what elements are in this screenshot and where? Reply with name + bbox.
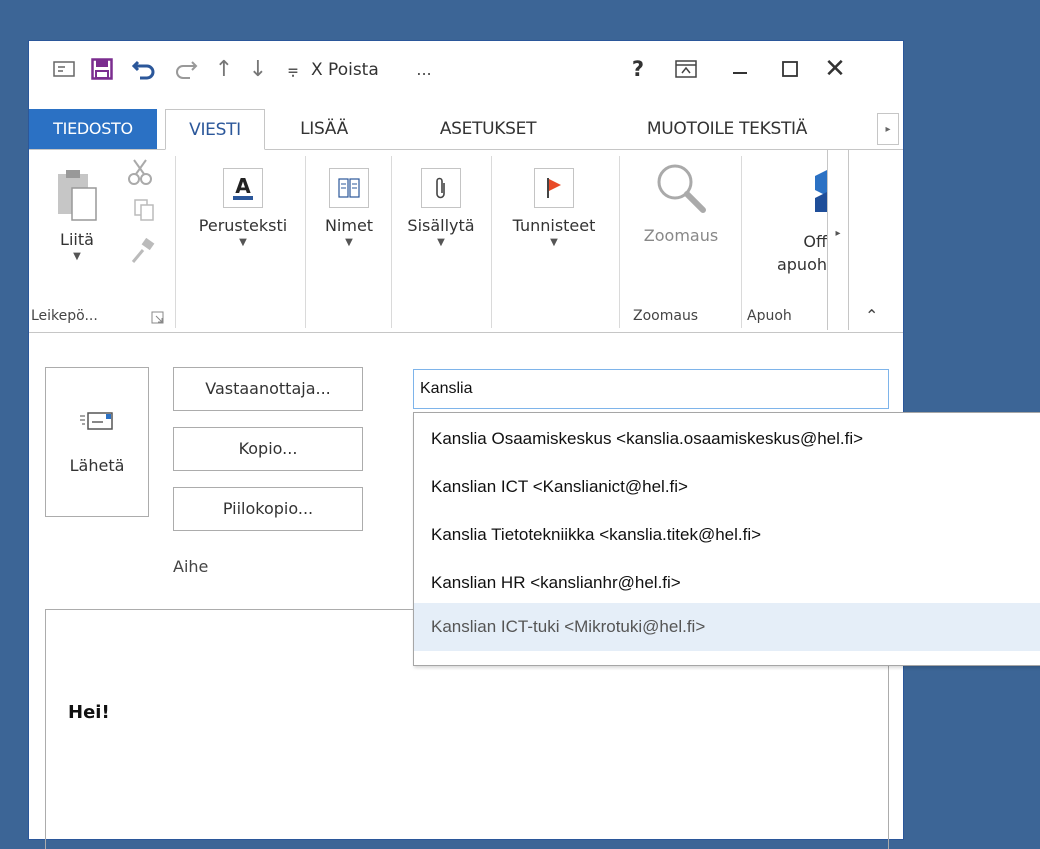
group-separator — [305, 156, 306, 328]
zoom-button[interactable]: Zoomaus — [623, 160, 739, 245]
tab-file[interactable]: TIEDOSTO — [29, 109, 157, 149]
svg-text:A: A — [235, 175, 251, 198]
minimize-icon[interactable] — [723, 55, 757, 83]
autocomplete-item[interactable]: Kanslian HR <kanslianhr@hel.fi> — [414, 559, 1040, 607]
group-separator — [491, 156, 492, 328]
send-label: Lähetä — [69, 455, 125, 475]
customize-toolbar-icon[interactable]: ⩦ — [283, 55, 303, 83]
autocomplete-item[interactable]: Kanslian ICT <Kanslianict@hel.fi> — [414, 463, 1040, 511]
paste-button[interactable]: Liitä ▼ — [47, 166, 107, 262]
format-painter-icon[interactable] — [129, 238, 157, 264]
cc-button[interactable]: Kopio... — [173, 427, 363, 471]
subject-label: Aihe — [173, 557, 209, 576]
ribbon-tabs: TIEDOSTO VIESTI LISÄÄ ASETUKSET MUOTOILE… — [29, 109, 903, 150]
more-commands-button[interactable]: ... — [409, 55, 439, 83]
chevron-down-icon: ▼ — [345, 237, 353, 248]
tab-message[interactable]: VIESTI — [165, 109, 265, 150]
ribbon-display-options-icon[interactable] — [669, 55, 703, 83]
office-addins-label: Off — [803, 232, 827, 251]
message-window-icon[interactable] — [49, 55, 79, 83]
clipboard-group-label: Leikepö... — [31, 308, 98, 324]
names-label: Nimet — [324, 216, 374, 235]
chevron-down-icon: ▼ — [437, 237, 445, 248]
ribbon: Liitä ▼ Leikepö... A Perusteksti ▼ Nimet… — [29, 149, 903, 333]
chevron-down-icon: ▼ — [239, 237, 247, 248]
delete-button[interactable]: X Poista — [311, 57, 379, 83]
send-icon — [79, 410, 115, 438]
redo-icon[interactable] — [169, 55, 203, 83]
chevron-down-icon: ▼ — [73, 251, 81, 262]
close-icon[interactable]: ✕ — [815, 54, 855, 84]
group-separator — [391, 156, 392, 328]
address-book-icon — [329, 168, 369, 208]
to-button[interactable]: Vastaanottaja... — [173, 367, 363, 411]
tags-button[interactable]: Tunnisteet ▼ — [495, 168, 613, 248]
tab-format-text[interactable]: MUOTOILE TEKSTIÄ — [587, 109, 867, 149]
include-button[interactable]: Sisällytä ▼ — [395, 168, 487, 248]
zoom-group-label: Zoomaus — [633, 308, 699, 324]
tab-insert[interactable]: LISÄÄ — [279, 109, 369, 149]
group-separator — [175, 156, 176, 328]
chevron-down-icon: ▼ — [550, 237, 558, 248]
maximize-icon[interactable] — [773, 55, 807, 83]
tab-options[interactable]: ASETUKSET — [409, 109, 567, 149]
autocomplete-list: Kanslia Osaamiskeskus <kanslia.osaamiske… — [413, 412, 1040, 666]
to-field[interactable]: Kanslia — [413, 369, 889, 409]
addins-group-label: Apuoh — [747, 308, 792, 324]
magnifier-icon — [653, 160, 709, 220]
font-color-icon: A — [223, 168, 263, 208]
help-button[interactable]: ? — [623, 55, 653, 83]
collapse-ribbon-icon[interactable]: ⌃ — [865, 306, 878, 325]
send-button[interactable]: Lähetä — [45, 367, 149, 517]
dialog-launcher-icon[interactable] — [151, 310, 165, 329]
copy-icon[interactable] — [133, 198, 155, 222]
autocomplete-item-selected[interactable]: Kanslian ICT-tuki <Mikrotuki@hel.fi> — [414, 603, 1040, 651]
group-separator — [619, 156, 620, 328]
paste-label: Liitä — [60, 230, 94, 249]
basic-text-label: Perusteksti — [198, 216, 288, 235]
tags-label: Tunnisteet — [512, 216, 596, 235]
next-item-icon[interactable]: ↓ — [243, 55, 273, 83]
zoom-label: Zoomaus — [643, 226, 719, 245]
cut-icon[interactable] — [127, 158, 153, 186]
ribbon-scroll-right-icon[interactable]: ▸ — [827, 150, 849, 330]
tabs-scroll-right-icon[interactable]: ▸ — [877, 113, 899, 145]
body-text: Hei! — [68, 702, 110, 723]
office-store-icon — [803, 162, 827, 218]
bcc-button[interactable]: Piilokopio... — [173, 487, 363, 531]
autocomplete-item[interactable]: Kanslia Tietotekniikka <kanslia.titek@he… — [414, 511, 1040, 559]
office-addins-button[interactable]: Off apuoh — [775, 162, 827, 274]
include-label: Sisällytä — [407, 216, 475, 235]
office-addins-label-2: apuoh — [776, 255, 827, 274]
title-bar: ↑ ↓ ⩦ X Poista ... ? ✕ — [29, 41, 903, 101]
paste-icon — [54, 166, 100, 228]
undo-icon[interactable] — [127, 55, 161, 83]
group-separator — [741, 156, 742, 328]
paperclip-icon — [421, 168, 461, 208]
autocomplete-item[interactable]: Kanslia Osaamiskeskus <kanslia.osaamiske… — [414, 415, 1040, 463]
basic-text-button[interactable]: A Perusteksti ▼ — [181, 168, 305, 248]
names-button[interactable]: Nimet ▼ — [311, 168, 387, 248]
flag-icon — [534, 168, 574, 208]
save-icon[interactable] — [87, 55, 117, 83]
previous-item-icon[interactable]: ↑ — [209, 55, 239, 83]
